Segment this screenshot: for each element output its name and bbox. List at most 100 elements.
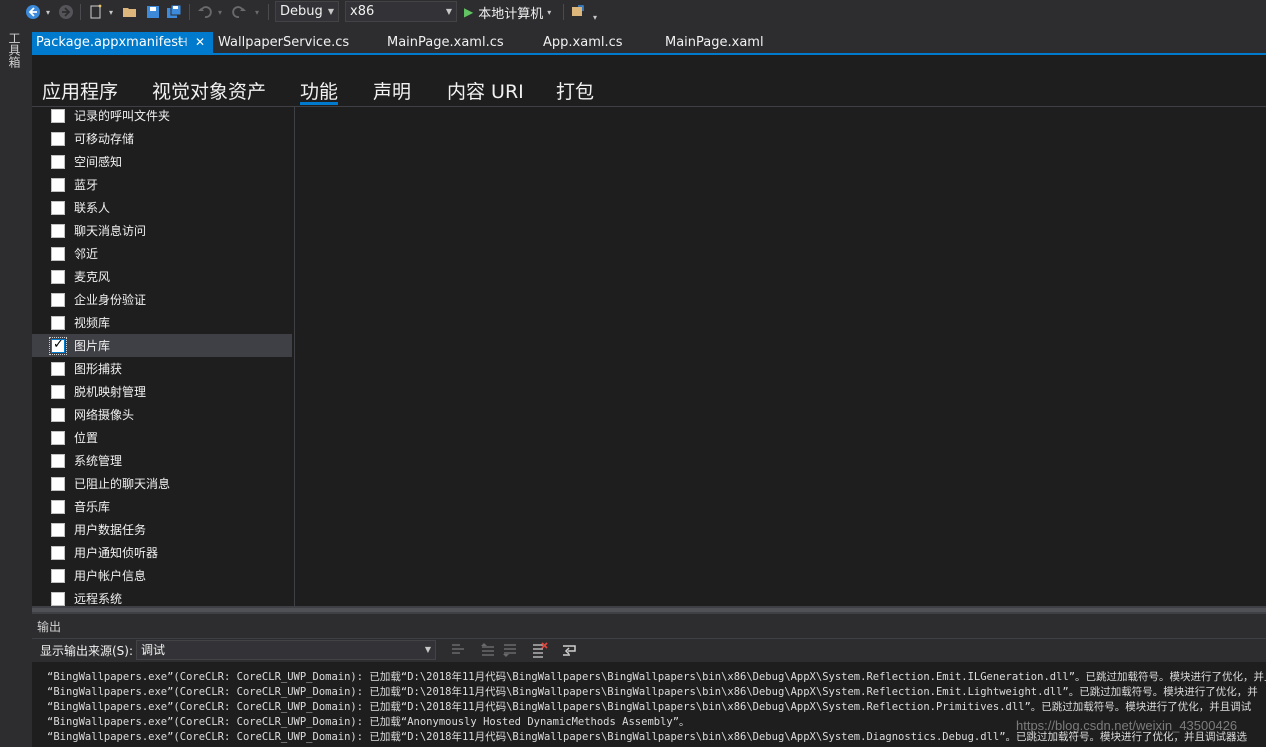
capability-label: 网络摄像头 [74,408,135,422]
output-text-area[interactable]: “BingWallpapers.exe”(CoreCLR: CoreCLR_UW… [32,662,1266,747]
capability-item[interactable]: 邻近 [32,242,292,265]
start-debugging-button[interactable]: ▶ 本地计算机 ▾ [464,3,560,22]
chevron-down-icon: ▾ [547,7,552,17]
output-source-select[interactable]: 调试 ▼ [136,640,436,660]
pin-icon[interactable]: ⊣ [177,32,187,53]
capability-checkbox[interactable] [51,546,65,560]
checkmark-icon: ✓ [53,337,64,352]
capability-checkbox[interactable] [51,247,65,261]
capability-item[interactable]: 用户帐户信息 [32,564,292,587]
capability-label: 用户数据任务 [74,523,147,537]
capability-checkbox[interactable] [51,316,65,330]
capability-checkbox[interactable] [51,454,65,468]
forward-icon[interactable] [57,3,75,21]
capability-item[interactable]: 蓝牙 [32,173,292,196]
tab-capabilities[interactable]: 功能 [300,77,338,104]
capability-checkbox[interactable] [51,523,65,537]
capability-checkbox[interactable] [51,178,65,192]
undo-dropdown-icon[interactable]: ▾ [215,3,225,21]
capability-item[interactable]: 已阻止的聊天消息 [32,472,292,495]
capability-checkbox[interactable] [51,201,65,215]
previous-message-icon[interactable] [480,642,496,658]
redo-dropdown-icon[interactable]: ▾ [252,3,262,21]
capability-item[interactable]: 位置 [32,426,292,449]
capability-item[interactable]: 图形捕获 [32,357,292,380]
toolbox-tab[interactable]: 工具箱 [7,32,23,68]
capability-item[interactable]: ✓ 图片库 [32,334,292,357]
capability-item[interactable]: 视频库 [32,311,292,334]
go-to-location-icon[interactable] [450,642,466,658]
tab-mainpage-xaml[interactable]: MainPage.xaml [661,32,781,53]
tab-mainpage-xaml-cs[interactable]: MainPage.xaml.cs [383,32,523,53]
capability-label: 脱机映射管理 [74,385,147,399]
capability-label: 空间感知 [74,155,123,169]
capability-item[interactable]: 网络摄像头 [32,403,292,426]
platform-select[interactable]: x86 ▼ [345,1,457,22]
new-dropdown-icon[interactable]: ▾ [106,3,116,21]
tab-app-xaml-cs[interactable]: App.xaml.cs [539,32,639,53]
tab-declarations[interactable]: 声明 [373,77,411,104]
chevron-down-icon: ▼ [424,645,431,654]
capability-checkbox[interactable]: ✓ [49,337,67,355]
splitter-grip[interactable] [32,608,1266,612]
clear-all-icon[interactable] [532,642,548,658]
toolbar-overflow-icon[interactable]: ▾ [590,8,600,26]
capability-checkbox[interactable] [51,362,65,376]
output-panel: 输出 显示输出来源(S): 调试 ▼ “BingWallpapers.exe”(… [32,614,1266,747]
capability-checkbox[interactable] [51,431,65,445]
tab-content-uri[interactable]: 内容 URI [447,77,524,104]
close-icon[interactable]: ✕ [195,32,205,53]
undo-icon[interactable] [196,3,214,21]
capability-label: 聊天消息访问 [74,224,147,238]
capability-item[interactable]: 麦克风 [32,265,292,288]
next-message-icon[interactable] [502,642,518,658]
capability-checkbox[interactable] [51,477,65,491]
open-file-icon[interactable] [121,3,139,21]
capability-item[interactable]: 用户通知侦听器 [32,541,292,564]
capability-item[interactable]: 远程系统 [32,587,292,606]
capability-item[interactable]: 记录的呼叫文件夹 [32,107,292,127]
capability-checkbox[interactable] [51,592,65,606]
left-tool-strip: 工具箱 [0,24,32,747]
capability-checkbox[interactable] [51,408,65,422]
capability-label: 记录的呼叫文件夹 [74,109,171,123]
capability-checkbox[interactable] [51,293,65,307]
capability-checkbox[interactable] [51,385,65,399]
browser-link-icon[interactable] [569,3,587,21]
divider [32,638,1266,639]
capability-item[interactable]: 企业身份验证 [32,288,292,311]
tab-application[interactable]: 应用程序 [42,77,118,104]
capability-checkbox[interactable] [51,132,65,146]
capability-item[interactable]: 用户数据任务 [32,518,292,541]
capability-checkbox[interactable] [51,224,65,238]
tab-label: App.xaml.cs [543,35,623,50]
capability-item[interactable]: 空间感知 [32,150,292,173]
main-toolbar: ▾ ▾ ▾ ▾ Debug ▼ x86 ▼ ▶ 本地计算机 ▾ ▾ [0,0,1266,24]
capability-checkbox[interactable] [51,109,65,123]
tab-package-appxmanifest[interactable]: Package.appxmanifest ⊣ ✕ [32,32,213,53]
new-project-icon[interactable] [87,3,105,21]
capability-item[interactable]: 可移动存储 [32,127,292,150]
back-dropdown-icon[interactable]: ▾ [43,3,53,21]
capability-label: 图片库 [74,339,111,353]
save-all-icon[interactable] [165,3,183,21]
chevron-down-icon: ▼ [445,7,452,16]
capability-item[interactable]: 脱机映射管理 [32,380,292,403]
capability-item[interactable]: 系统管理 [32,449,292,472]
capability-checkbox[interactable] [51,569,65,583]
tab-wallpaperservice-cs[interactable]: WallpaperService.cs [214,32,374,53]
capability-item[interactable]: 聊天消息访问 [32,219,292,242]
back-icon[interactable] [24,3,42,21]
tab-visual-assets[interactable]: 视觉对象资产 [152,77,266,104]
redo-icon[interactable] [230,3,248,21]
capability-checkbox[interactable] [51,500,65,514]
capability-checkbox[interactable] [51,270,65,284]
capability-label: 用户通知侦听器 [74,546,159,560]
tab-packaging[interactable]: 打包 [556,77,594,104]
capability-item[interactable]: 音乐库 [32,495,292,518]
capability-item[interactable]: 联系人 [32,196,292,219]
toggle-word-wrap-icon[interactable] [562,642,578,658]
configuration-select[interactable]: Debug ▼ [275,1,339,22]
capability-checkbox[interactable] [51,155,65,169]
save-icon[interactable] [144,3,162,21]
